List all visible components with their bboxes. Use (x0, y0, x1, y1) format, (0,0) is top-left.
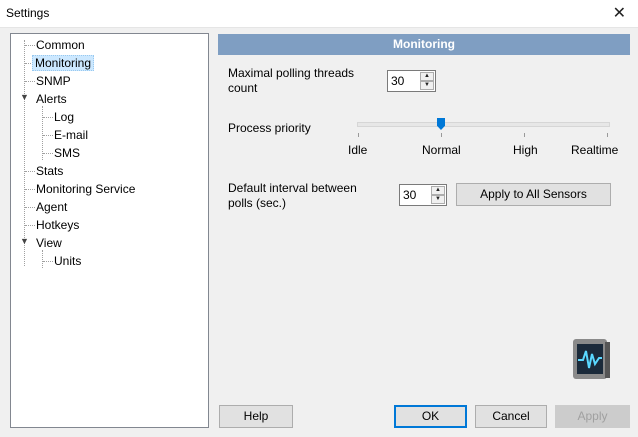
stepper-up-icon[interactable]: ▲ (420, 72, 434, 81)
threads-stepper[interactable]: 30 ▲ ▼ (387, 70, 436, 92)
chevron-down-icon[interactable]: ▼ (20, 236, 29, 246)
tree-item-label: Agent (36, 200, 68, 214)
tree-item-label: Alerts (36, 92, 67, 106)
interval-stepper[interactable]: 30 ▲ ▼ (399, 184, 447, 206)
panel-header: Monitoring (218, 34, 630, 55)
tree-item-label: Units (54, 254, 82, 268)
slider-tick (524, 133, 525, 137)
tree-item-label: Log (54, 110, 75, 124)
tree-item-label: Stats (36, 164, 64, 178)
tree-item-log[interactable]: Log (52, 109, 76, 125)
priority-label: Process priority (228, 121, 311, 135)
app-monitor-icon (573, 339, 610, 379)
priority-slider-thumb[interactable] (437, 118, 445, 130)
tree-item-units[interactable]: Units (52, 253, 83, 269)
tree-item-snmp[interactable]: SNMP (34, 73, 73, 89)
threads-label: Maximal polling threads count (228, 66, 355, 95)
tree-item-stats[interactable]: Stats (34, 163, 65, 179)
settings-tree[interactable]: ▼ ▼ Common Monitoring SNMP Alerts Log E-… (10, 33, 209, 428)
window-title: Settings (6, 6, 50, 20)
tree-item-common[interactable]: Common (34, 37, 87, 53)
tree-item-hotkeys[interactable]: Hotkeys (34, 217, 81, 233)
tree-item-sms[interactable]: SMS (52, 145, 82, 161)
stepper-down-icon[interactable]: ▼ (420, 81, 434, 90)
tree-item-label: Monitoring (32, 55, 95, 71)
priority-tick-realtime: Realtime (571, 143, 619, 157)
tree-item-label: View (36, 236, 62, 250)
interval-label: Default interval between polls (sec.) (228, 181, 357, 210)
tree-item-alerts[interactable]: Alerts (34, 91, 69, 107)
title-bar: Settings ✕ (0, 0, 638, 28)
slider-tick (607, 133, 608, 137)
help-button[interactable]: Help (219, 405, 293, 428)
tree-connector (42, 250, 43, 268)
stepper-up-icon[interactable]: ▲ (431, 186, 445, 195)
tree-item-label: SMS (54, 146, 81, 160)
ok-button[interactable]: OK (394, 405, 467, 428)
tree-item-label: E-mail (54, 128, 89, 142)
tree-item-email[interactable]: E-mail (52, 127, 90, 143)
tree-connector (42, 106, 43, 160)
close-icon[interactable]: ✕ (613, 3, 626, 23)
tree-item-label: SNMP (36, 74, 71, 88)
priority-slider-track[interactable] (357, 122, 610, 127)
priority-tick-idle: Idle (348, 143, 368, 157)
threads-value: 30 (391, 74, 405, 88)
slider-tick (358, 133, 359, 137)
slider-tick (441, 133, 442, 137)
tree-item-label: Hotkeys (36, 218, 80, 232)
tree-item-view[interactable]: View (34, 235, 64, 251)
tree-item-label: Monitoring Service (36, 182, 136, 196)
tree-item-label: Common (36, 38, 85, 52)
tree-item-monitoring[interactable]: Monitoring (32, 55, 95, 71)
priority-tick-high: High (513, 143, 538, 157)
tree-item-agent[interactable]: Agent (34, 199, 69, 215)
interval-value: 30 (403, 188, 417, 202)
tree-item-monitoring-service[interactable]: Monitoring Service (34, 181, 137, 197)
stepper-down-icon[interactable]: ▼ (431, 195, 445, 204)
cancel-button[interactable]: Cancel (475, 405, 547, 428)
apply-to-all-sensors-button[interactable]: Apply to All Sensors (456, 183, 611, 206)
apply-button[interactable]: Apply (555, 405, 630, 428)
priority-tick-normal: Normal (422, 143, 461, 157)
chevron-down-icon[interactable]: ▼ (20, 92, 29, 102)
tree-connector (24, 40, 25, 266)
